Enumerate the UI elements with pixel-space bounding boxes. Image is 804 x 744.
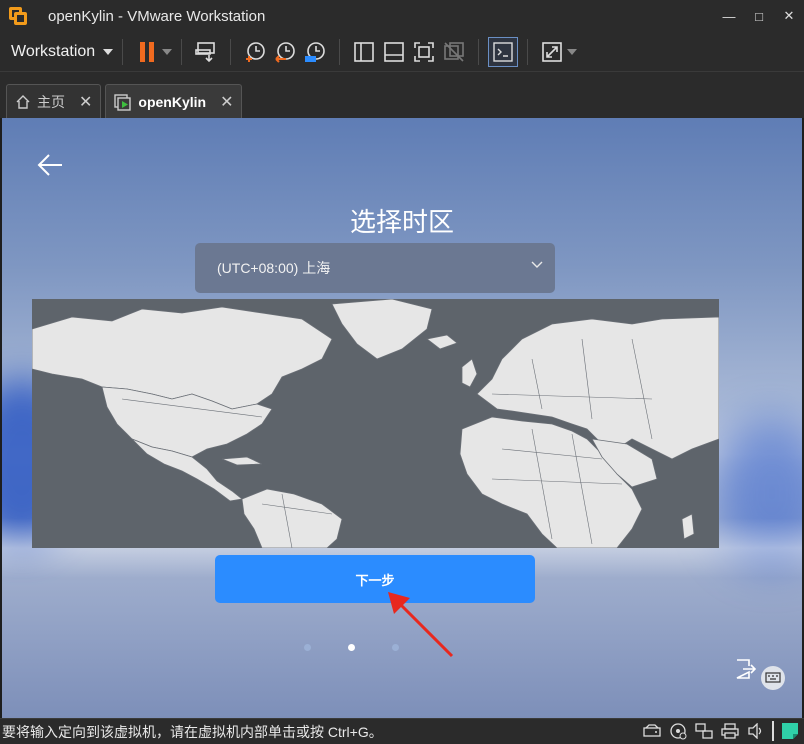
hdd-icon[interactable]	[642, 721, 662, 741]
minimize-button[interactable]: —	[714, 0, 744, 32]
vmware-logo-icon	[7, 5, 29, 27]
stretch-guest-button[interactable]	[537, 37, 567, 67]
revert-snapshot-button[interactable]	[270, 37, 300, 67]
unity-button[interactable]	[439, 37, 469, 67]
tab-bar: 主页 ✕ openKylin ✕	[0, 72, 804, 118]
notes-icon[interactable]	[780, 721, 800, 741]
toolbar-divider	[122, 38, 124, 65]
take-snapshot-button[interactable]	[240, 37, 270, 67]
status-bar: 要将输入定向到该虚拟机，请在虚拟机内部单击或按 Ctrl+G。	[0, 718, 804, 744]
page-indicator	[304, 644, 399, 651]
cdrom-icon[interactable]	[668, 721, 688, 741]
tab-home-label: 主页	[37, 93, 65, 110]
keyboard-icon[interactable]	[735, 656, 795, 696]
terminal-icon	[493, 41, 513, 62]
pause-icon	[140, 41, 155, 62]
network-icon[interactable]	[694, 721, 714, 741]
chevron-down-icon	[103, 48, 114, 55]
world-map-image	[32, 299, 719, 548]
close-button[interactable]: ✕	[774, 0, 804, 32]
show-library-button[interactable]	[349, 37, 379, 67]
console-view-button[interactable]	[379, 37, 409, 67]
toolbar-divider	[181, 38, 183, 65]
tab-home-close-icon[interactable]: ✕	[79, 92, 92, 112]
vm-running-icon	[114, 93, 132, 111]
chevron-down-icon	[531, 261, 543, 268]
snapshot-manager-button[interactable]	[300, 37, 330, 67]
back-arrow-icon[interactable]	[36, 152, 66, 178]
toolbar: Workstation	[0, 32, 804, 72]
tab-home[interactable]: 主页 ✕	[6, 84, 102, 118]
vm-screen[interactable]: 选择时区 (UTC+08:00) 上海 下一步	[2, 118, 802, 718]
send-ctrl-alt-del-button[interactable]	[191, 37, 221, 67]
tab-openkylin-label: openKylin	[138, 93, 207, 110]
stretch-icon	[542, 41, 562, 62]
printer-icon[interactable]	[720, 721, 740, 741]
tab-openkylin[interactable]: openKylin ✕	[105, 84, 243, 118]
stretch-dropdown-icon[interactable]	[567, 48, 578, 55]
world-map[interactable]	[32, 299, 719, 548]
page-dot[interactable]	[304, 644, 311, 651]
next-button[interactable]: 下一步	[215, 555, 535, 603]
toolbar-divider	[478, 38, 480, 65]
page-dot-active[interactable]	[348, 644, 355, 651]
fullscreen-icon	[414, 41, 434, 62]
maximize-button[interactable]: □	[744, 0, 774, 32]
console-view-icon	[384, 41, 404, 62]
pause-button[interactable]	[132, 37, 162, 67]
sidebar-view-icon	[354, 41, 374, 62]
sound-icon[interactable]	[746, 721, 766, 741]
toolbar-divider	[527, 38, 529, 65]
console-button[interactable]	[488, 36, 519, 67]
status-message: 要将输入定向到该虚拟机，请在虚拟机内部单击或按 Ctrl+G。	[2, 723, 383, 740]
window-title: openKylin - VMware Workstation	[48, 7, 266, 25]
workstation-menu[interactable]: Workstation	[11, 42, 114, 61]
unity-icon	[444, 41, 464, 62]
snapshot-manager-icon	[305, 41, 325, 62]
tab-openkylin-close-icon[interactable]: ✕	[220, 92, 233, 112]
workstation-menu-label: Workstation	[11, 42, 96, 60]
snapshot-revert-icon	[275, 41, 295, 63]
page-title: 选择时区	[349, 207, 454, 237]
toolbar-divider	[230, 38, 232, 65]
toolbar-divider	[339, 38, 341, 65]
timezone-value: (UTC+08:00) 上海	[217, 260, 331, 276]
title-bar: openKylin - VMware Workstation — □ ✕	[0, 0, 804, 32]
snapshot-take-icon	[246, 41, 265, 62]
page-dot[interactable]	[392, 644, 399, 651]
timezone-select[interactable]: (UTC+08:00) 上海	[195, 243, 555, 293]
home-icon	[16, 94, 30, 109]
pause-dropdown-icon[interactable]	[162, 48, 173, 55]
status-divider	[772, 721, 774, 741]
send-ctrl-alt-del-icon	[195, 41, 215, 62]
full-screen-button[interactable]	[409, 37, 439, 67]
